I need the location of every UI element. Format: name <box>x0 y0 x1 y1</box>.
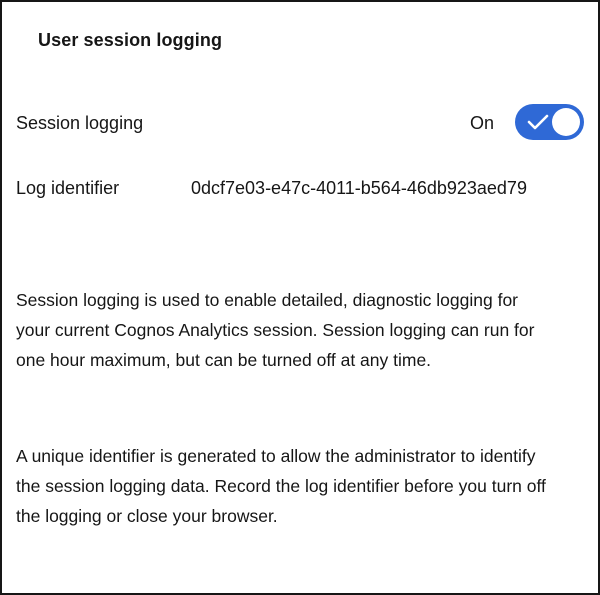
log-identifier-label: Log identifier <box>16 178 120 198</box>
checkmark-icon <box>527 114 549 130</box>
session-logging-label: Session logging <box>16 113 144 133</box>
description-paragraph-1: Session logging is used to enable detail… <box>16 290 535 370</box>
toggle-knob <box>552 108 580 136</box>
session-logging-state-text: On <box>470 113 495 133</box>
panel-title: User session logging <box>38 30 223 50</box>
session-logging-toggle[interactable] <box>515 104 584 140</box>
user-session-logging-panel: User session logging Session logging On … <box>0 0 600 595</box>
log-identifier-value: 0dcf7e03-e47c-4011-b564-46db923aed79 <box>191 178 527 198</box>
description-paragraph-2: A unique identifier is generated to allo… <box>16 446 546 526</box>
